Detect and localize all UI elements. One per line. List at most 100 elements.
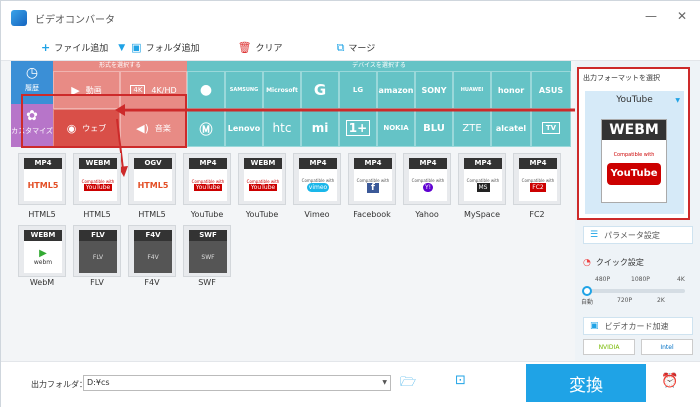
res-720p: 720P [617,297,633,304]
folder-icon: ▣ [131,41,142,54]
tile-art: Compatible with YouTube [189,169,227,201]
device-huawei[interactable]: HUAWEI [453,71,491,109]
nvidia-label: NVIDIA [598,343,620,351]
film-icon: F4V [147,253,159,261]
history-label: 履歴 [25,84,39,92]
convert-button[interactable]: 変換 [526,364,646,402]
lg-label: LG [352,86,364,94]
tile-art: FLV [79,241,117,273]
open-folder-icon[interactable]: ⊡ [455,373,466,388]
toolbar: + ファイル追加 ▼ ▣ フォルダ追加 🗑 クリア ⧉ マージ [1,35,700,61]
tile-badge: OGV [134,158,172,169]
tile-label: Vimeo [304,210,330,219]
chevron-down-icon[interactable]: ▼ [382,376,387,390]
tile-art: HTML5 [134,169,172,201]
device-amazon[interactable]: amazon [377,71,415,109]
gpu-label: ビデオカード加速 [604,321,669,331]
add-file-dropdown-icon[interactable]: ▼ [118,43,125,53]
device-lenovo[interactable]: Lenovo [225,109,263,147]
add-folder-label: フォルダ追加 [145,44,200,54]
tile-badge: FLV [79,230,117,241]
tile-label: YouTube [245,210,279,219]
tile-badge: WEBM [244,158,282,169]
motorola-icon: Ⓜ [199,122,213,138]
device-zte[interactable]: ZTE [453,109,491,147]
output-preview-area: WEBM Compatible with YouTube [585,109,684,214]
quick-settings-title: ◔ クイック設定 [583,257,644,268]
tile-f4v[interactable]: F4V F4V [128,225,176,277]
device-motorola[interactable]: Ⓜ [187,109,225,147]
tile-facebook-mp4[interactable]: MP4 Compatible with f [348,153,396,205]
zte-label: ZTE [462,122,482,134]
tv-label: TV [541,122,561,134]
browse-folder-icon[interactable]: 🗁 [400,373,416,395]
device-oneplus[interactable]: 1+ [339,109,377,147]
device-blu[interactable]: BLU [415,109,453,147]
output-folder-value: D:¥cs [87,378,110,387]
tile-myspace-mp4[interactable]: MP4 Compatible with MS [458,153,506,205]
preview-compat: Compatible with [613,152,655,158]
close-icon[interactable]: ✕ [673,9,691,23]
res-480p: 480P [595,276,611,283]
merge-label: マージ [348,44,376,54]
device-honor[interactable]: honor [491,71,531,109]
device-google[interactable]: G [301,71,339,109]
title-bar: ビデオコンバータ — ✕ [1,1,700,35]
add-file-button[interactable]: + ファイル追加 [41,41,108,54]
minimize-icon[interactable]: — [642,9,660,23]
oneplus-label: 1+ [345,120,371,136]
clear-button[interactable]: 🗑 クリア [238,41,283,54]
merge-button[interactable]: ⧉ マージ [337,41,376,55]
tile-html5-ogv[interactable]: OGV HTML5 [128,153,176,205]
tile-fc2-mp4[interactable]: MP4 Compatible with FC2 [513,153,561,205]
res-4k: 4K [677,276,685,283]
device-htc[interactable]: htc [263,109,301,147]
alarm-clock-icon[interactable]: ⏰ [661,373,678,389]
output-format-dropdown[interactable]: YouTube ▼ [585,91,684,109]
tile-youtube-webm[interactable]: WEBM Compatible with YouTube [238,153,286,205]
intel-badge: Intel [641,339,693,355]
device-asus[interactable]: ASUS [531,71,571,109]
quality-slider[interactable] [582,286,685,296]
convert-label: 変換 [569,375,603,396]
apple-icon: ● [199,82,213,98]
add-folder-button[interactable]: ▣ フォルダ追加 [131,41,199,54]
tile-flv[interactable]: FLV FLV [73,225,121,277]
web-highlight-box [21,94,187,148]
device-samsung[interactable]: SAMSUNG [225,71,263,109]
tile-swf[interactable]: SWF SWF [183,225,231,277]
device-tv[interactable]: TV [531,109,571,147]
tile-art: Compatible with f [354,169,392,201]
device-mi[interactable]: mi [301,109,339,147]
device-microsoft[interactable]: Microsoft [263,71,301,109]
tile-vimeo-mp4[interactable]: MP4 Compatible with vimeo [293,153,341,205]
tile-label: HTML5 [28,210,56,219]
plus-icon: + [41,41,51,54]
myspace-icon: MS [476,183,490,192]
tile-yahoo-mp4[interactable]: MP4 Compatible with Y! [403,153,451,205]
parameter-settings-button[interactable]: ☰ パラメータ設定 [583,226,693,244]
add-file-label: ファイル追加 [54,44,109,54]
device-alcatel[interactable]: alcatel [491,109,531,147]
device-nokia[interactable]: NOKIA [377,109,415,147]
device-sony[interactable]: SONY [415,71,453,109]
tile-html5-webm[interactable]: WEBM Compatible with YouTube [73,153,121,205]
nvidia-badge: NVIDIA [583,339,635,355]
trash-icon: 🗑 [237,41,252,54]
tile-label: FC2 [529,210,545,219]
gpu-accel-button[interactable]: ▣ ビデオカード加速 [583,317,693,335]
tile-badge: SWF [189,230,227,241]
tile-art: Compatible with YouTube [244,169,282,201]
device-apple[interactable]: ● [187,71,225,109]
tile-youtube-mp4[interactable]: MP4 Compatible with YouTube [183,153,231,205]
tile-art: Compatible with Y! [409,169,447,201]
device-lg[interactable]: LG [339,71,377,109]
chip-icon: ▣ [590,321,599,331]
tile-html5-mp4[interactable]: MP4 HTML5 [18,153,66,205]
facebook-icon: f [367,182,379,193]
output-preview-card: WEBM Compatible with YouTube [601,119,667,203]
tile-webm[interactable]: WEBM ▶ webm [18,225,66,277]
output-folder-input[interactable]: D:¥cs ▼ [83,375,391,391]
clock-icon: ◷ [25,65,39,81]
slider-handle[interactable] [582,286,592,296]
